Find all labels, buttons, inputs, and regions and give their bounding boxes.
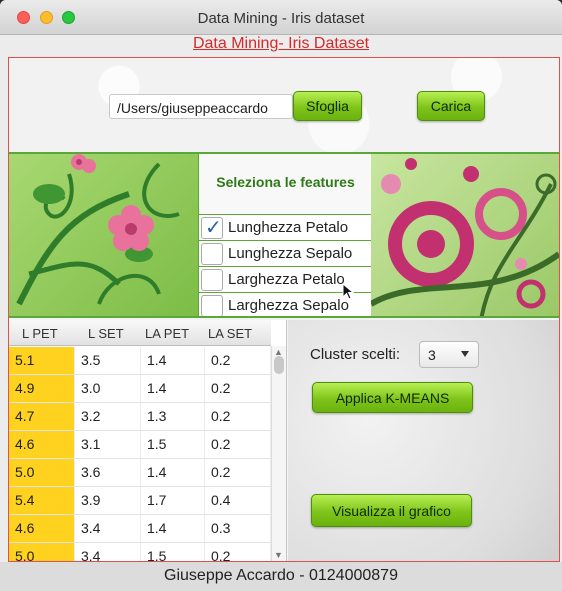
column-header-la-pet[interactable]: LA PET: [145, 326, 189, 341]
feature-checkbox-lunghezza-sepalo[interactable]: Lunghezza Sepalo: [199, 240, 374, 266]
clustering-panel: Cluster scelti: 3 Applica K-MEANS Visual…: [288, 320, 559, 561]
table-cell: 4.9: [9, 375, 75, 402]
main-frame: Sfoglia Carica: [8, 57, 560, 562]
app-heading: Data Mining- Iris Dataset: [192, 35, 370, 52]
cluster-count-label: Cluster scelti:: [310, 346, 401, 363]
feature-label: Larghezza Sepalo: [228, 297, 349, 314]
table-cell: 1.3: [141, 403, 205, 430]
title-bar[interactable]: Data Mining - Iris dataset: [0, 0, 562, 35]
column-header-l-pet[interactable]: L PET: [22, 326, 58, 341]
window-title: Data Mining - Iris dataset: [197, 10, 365, 27]
checkbox[interactable]: [201, 295, 223, 316]
floral-decoration-left: [9, 154, 199, 316]
checkbox[interactable]: ✓: [201, 217, 223, 239]
feature-checkbox-lunghezza-petalo[interactable]: ✓ Lunghezza Petalo: [199, 214, 374, 240]
table-cell: 1.7: [141, 487, 205, 514]
table-cell: 4.7: [9, 403, 75, 430]
column-header-la-set[interactable]: LA SET: [208, 326, 252, 341]
checkbox[interactable]: [201, 269, 223, 291]
feature-label: Larghezza Petalo: [228, 271, 345, 288]
table-cell: 1.4: [141, 375, 205, 402]
feature-label: Lunghezza Sepalo: [228, 245, 353, 262]
floral-decoration-right: [369, 154, 559, 316]
table-cell: 1.4: [141, 515, 205, 542]
table-cell: 3.4: [75, 515, 141, 542]
app-window: Data Mining - Iris dataset Data Mining- …: [0, 0, 562, 591]
footer-author: Giuseppe Accardo - 0124000879: [0, 562, 562, 591]
feature-label: Lunghezza Petalo: [228, 219, 349, 236]
load-button[interactable]: Carica: [417, 91, 485, 121]
table-cell: 3.5: [75, 347, 141, 374]
table-cell: 1.5: [141, 431, 205, 458]
table-cell: 5.1: [9, 347, 75, 374]
table-row[interactable]: 4.6 3.4 1.4 0.3: [9, 515, 271, 543]
file-path-field[interactable]: [109, 94, 293, 119]
table-row[interactable]: 5.4 3.9 1.7 0.4: [9, 487, 271, 515]
table-cell: 1.5: [141, 543, 205, 561]
table-row[interactable]: 5.0 3.6 1.4 0.2: [9, 459, 271, 487]
table-cell: 0.3: [205, 515, 271, 542]
chevron-down-icon: [461, 351, 469, 357]
table-header: L PET L SET LA PET LA SET: [9, 320, 271, 346]
table-cell: 0.2: [205, 347, 271, 374]
column-header-l-set[interactable]: L SET: [88, 326, 124, 341]
table-cell: 0.2: [205, 459, 271, 486]
table-cell: 3.9: [75, 487, 141, 514]
table-cell: 3.2: [75, 403, 141, 430]
mouse-cursor-icon: [342, 283, 355, 300]
table-cell: 3.4: [75, 543, 141, 561]
table-row[interactable]: 5.0 3.4 1.5 0.2: [9, 543, 271, 561]
table-cell: 5.0: [9, 459, 75, 486]
features-title: Seleziona le features: [216, 174, 355, 190]
table-row[interactable]: 4.6 3.1 1.5 0.2: [9, 431, 271, 459]
table-row[interactable]: 4.9 3.0 1.4 0.2: [9, 375, 271, 403]
browse-button[interactable]: Sfoglia: [293, 91, 362, 121]
table-cell: 4.6: [9, 431, 75, 458]
table-cell: 0.2: [205, 431, 271, 458]
table-cell: 3.1: [75, 431, 141, 458]
table-cell: 5.0: [9, 543, 75, 561]
cluster-count-select[interactable]: 3: [419, 341, 479, 368]
table-row[interactable]: 4.7 3.2 1.3 0.2: [9, 403, 271, 431]
table-cell: 0.2: [205, 543, 271, 561]
table-cell: 3.6: [75, 459, 141, 486]
table-cell: 4.6: [9, 515, 75, 542]
show-chart-button[interactable]: Visualizza il grafico: [311, 494, 472, 527]
scrollbar-thumb[interactable]: [274, 356, 284, 374]
table-cell: 0.2: [205, 375, 271, 402]
iris-data-table[interactable]: L PET L SET LA PET LA SET 5.1 3.5 1.4 0.2 4.…: [9, 320, 287, 561]
checkbox[interactable]: [201, 243, 223, 265]
table-scrollbar[interactable]: ▲ ▼: [271, 346, 286, 561]
table-cell: 1.4: [141, 459, 205, 486]
file-selection-area: Sfoglia Carica: [9, 58, 559, 152]
table-cell: 3.0: [75, 375, 141, 402]
table-cell: 0.2: [205, 403, 271, 430]
scroll-down-icon[interactable]: ▼: [274, 550, 283, 560]
cluster-count-value: 3: [428, 347, 436, 363]
apply-kmeans-button[interactable]: Applica K-MEANS: [312, 382, 473, 413]
checkmark-icon: ✓: [205, 217, 222, 239]
table-cell: 0.4: [205, 487, 271, 514]
table-cell: 5.4: [9, 487, 75, 514]
feature-banner: Seleziona le features ✓ Lunghezza Petalo…: [9, 152, 559, 318]
table-cell: 1.4: [141, 347, 205, 374]
table-row[interactable]: 5.1 3.5 1.4 0.2: [9, 347, 271, 375]
